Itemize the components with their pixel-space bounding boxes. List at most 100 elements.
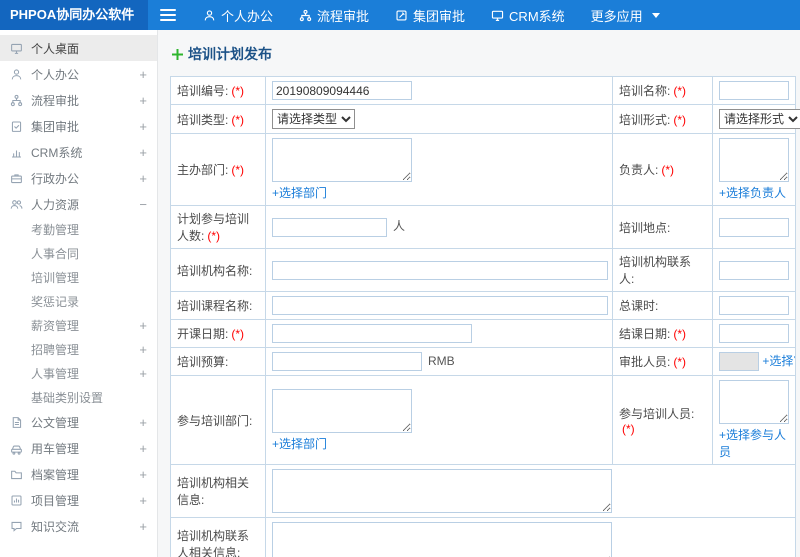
sidebar-item-hr[interactable]: 人力资源 − bbox=[0, 191, 157, 217]
form-row: 计划参与培训人数: (*) 人 培训地点: bbox=[170, 205, 796, 249]
person-icon bbox=[10, 68, 23, 81]
training-name-label: 培训名称: bbox=[619, 84, 671, 98]
expand-icon[interactable]: + bbox=[139, 441, 147, 456]
expand-icon[interactable]: + bbox=[139, 318, 147, 333]
expand-icon[interactable]: + bbox=[139, 415, 147, 430]
training-form: 培训编号:(*) 培训名称:(*) 培训类型:(*) 请选择类型 培训形式:(*… bbox=[170, 76, 800, 557]
select-dept-link[interactable]: +选择部门 bbox=[272, 186, 327, 200]
sidebar-item-attendance[interactable]: 考勤管理 bbox=[0, 217, 157, 241]
form-row: 参与培训部门: +选择部门 参与培训人员:(*) +选择参与人员 bbox=[170, 375, 796, 466]
required-mark: (*) bbox=[673, 355, 687, 370]
nav-item-crm[interactable]: CRM系统 bbox=[478, 0, 578, 30]
planned-count-input[interactable] bbox=[272, 217, 387, 237]
nav-label: 个人办公 bbox=[221, 8, 274, 24]
nav-item-process-approval[interactable]: 流程审批 bbox=[286, 0, 382, 30]
training-name-input[interactable] bbox=[719, 81, 789, 100]
org-name-input[interactable] bbox=[272, 260, 608, 280]
folder-icon bbox=[10, 468, 23, 481]
sidebar-item-label: 奖惩记录 bbox=[31, 294, 80, 309]
sidebar-item-label: 人力资源 bbox=[31, 197, 80, 212]
org-contact-input[interactable] bbox=[719, 260, 789, 280]
sidebar-item-archive[interactable]: 档案管理 + bbox=[0, 461, 157, 487]
nav-label: 流程审批 bbox=[317, 8, 370, 24]
sidebar-item-hr-contract[interactable]: 人事合同 bbox=[0, 241, 157, 265]
end-date-input[interactable] bbox=[719, 324, 789, 343]
nav-item-group-approval[interactable]: 集团审批 bbox=[382, 0, 478, 30]
page-title: 培训计划发布 bbox=[172, 44, 795, 64]
expand-icon[interactable]: + bbox=[139, 519, 147, 534]
sidebar-item-label: 行政办公 bbox=[31, 171, 80, 186]
start-date-input[interactable] bbox=[272, 324, 472, 343]
menu-toggle-icon[interactable] bbox=[160, 6, 176, 24]
sidebar-item-recruit[interactable]: 招聘管理 + bbox=[0, 337, 157, 361]
nav-label: CRM系统 bbox=[509, 8, 565, 24]
approver-input[interactable] bbox=[719, 352, 759, 372]
select-join-dept-link[interactable]: +选择部门 bbox=[272, 437, 327, 451]
sidebar-item-label: 档案管理 bbox=[31, 467, 80, 482]
select-approver-link[interactable]: +选择审批人员 bbox=[762, 354, 794, 368]
sidebar-item-training[interactable]: 培训管理 bbox=[0, 265, 157, 289]
sidebar-item-label: 公文管理 bbox=[31, 415, 80, 430]
course-name-input[interactable] bbox=[272, 296, 608, 315]
leader-textarea[interactable] bbox=[719, 138, 789, 182]
training-type-select[interactable]: 请选择类型 bbox=[272, 109, 355, 129]
expand-icon[interactable]: + bbox=[139, 119, 147, 134]
sidebar-item-official-doc[interactable]: 公文管理 + bbox=[0, 409, 157, 435]
training-format-select[interactable]: 请选择形式 bbox=[719, 109, 800, 129]
sidebar-item-vehicle[interactable]: 用车管理 + bbox=[0, 435, 157, 461]
nav-item-more-apps[interactable]: 更多应用 bbox=[578, 0, 673, 30]
sidebar-item-group-approval[interactable]: 集团审批 + bbox=[0, 113, 157, 139]
sidebar-item-process-approval[interactable]: 流程审批 + bbox=[0, 87, 157, 113]
join-people-label: 参与培训人员: bbox=[619, 406, 695, 421]
org-contact-info-textarea[interactable] bbox=[272, 522, 612, 557]
sidebar-item-crm[interactable]: CRM系统 + bbox=[0, 139, 157, 165]
required-mark: (*) bbox=[231, 84, 245, 98]
select-join-people-link[interactable]: +选择参与人员 bbox=[719, 428, 786, 459]
host-dept-textarea[interactable] bbox=[272, 138, 412, 182]
nav-item-personal-office[interactable]: 个人办公 bbox=[190, 0, 286, 30]
currency-label: RMB bbox=[428, 353, 455, 368]
org-contact-label: 培训机构联系人: bbox=[619, 255, 692, 286]
sidebar-item-knowledge[interactable]: 知识交流 + bbox=[0, 513, 157, 539]
form-row: 培训课程名称: 总课时: bbox=[170, 291, 796, 320]
join-people-textarea[interactable] bbox=[719, 380, 789, 425]
required-mark: (*) bbox=[673, 84, 687, 98]
top-bar: PHPOA协同办公软件 个人办公 流程审批 集团审批 CRM系统 更多应用 bbox=[0, 0, 800, 30]
join-dept-textarea[interactable] bbox=[272, 388, 412, 433]
sidebar-item-personnel[interactable]: 人事管理 + bbox=[0, 361, 157, 385]
expand-icon[interactable]: + bbox=[139, 171, 147, 186]
total-hours-input[interactable] bbox=[719, 296, 789, 315]
sidebar-item-label: 流程审批 bbox=[31, 93, 80, 108]
sidebar-item-project[interactable]: 项目管理 + bbox=[0, 487, 157, 513]
budget-input[interactable] bbox=[272, 352, 422, 372]
sidebar-item-personal-office[interactable]: 个人办公 + bbox=[0, 61, 157, 87]
sidebar-item-salary[interactable]: 薪资管理 + bbox=[0, 313, 157, 337]
location-input[interactable] bbox=[719, 217, 789, 237]
expand-icon[interactable]: + bbox=[139, 145, 147, 160]
select-leader-link[interactable]: +选择负责人 bbox=[719, 186, 786, 200]
sidebar-item-label: 项目管理 bbox=[31, 493, 80, 508]
required-mark: (*) bbox=[231, 163, 245, 177]
training-number-input[interactable] bbox=[272, 81, 412, 100]
sidebar-item-personal-desktop[interactable]: 个人桌面 bbox=[0, 35, 157, 61]
expand-icon[interactable]: + bbox=[139, 366, 147, 381]
required-mark: (*) bbox=[231, 112, 245, 127]
sidebar-item-label: 培训管理 bbox=[31, 270, 80, 285]
form-row: 培训机构联系人相关信息: bbox=[170, 517, 796, 557]
expand-icon[interactable]: + bbox=[139, 342, 147, 357]
expand-icon[interactable]: + bbox=[139, 93, 147, 108]
form-row: 培训类型: (*) 请选择类型 培训形式: (*) 请选择形式 bbox=[170, 104, 800, 134]
required-mark: (*) bbox=[207, 229, 221, 243]
org-contact-info-label: 培训机构联系人相关信息: bbox=[177, 529, 250, 557]
org-info-textarea[interactable] bbox=[272, 469, 612, 514]
expand-icon[interactable]: + bbox=[139, 467, 147, 482]
expand-icon[interactable]: + bbox=[139, 493, 147, 508]
join-dept-label: 参与培训部门: bbox=[177, 413, 253, 428]
sidebar-item-reward-punish[interactable]: 奖惩记录 bbox=[0, 289, 157, 313]
sidebar-item-base-category[interactable]: 基础类别设置 bbox=[0, 385, 157, 409]
form-row: 开课日期: (*) 结课日期: (*) bbox=[170, 319, 796, 348]
sidebar-item-label: 个人办公 bbox=[31, 67, 80, 82]
sidebar-item-admin-office[interactable]: 行政办公 + bbox=[0, 165, 157, 191]
expand-icon[interactable]: + bbox=[139, 67, 147, 82]
collapse-icon[interactable]: − bbox=[139, 197, 147, 212]
